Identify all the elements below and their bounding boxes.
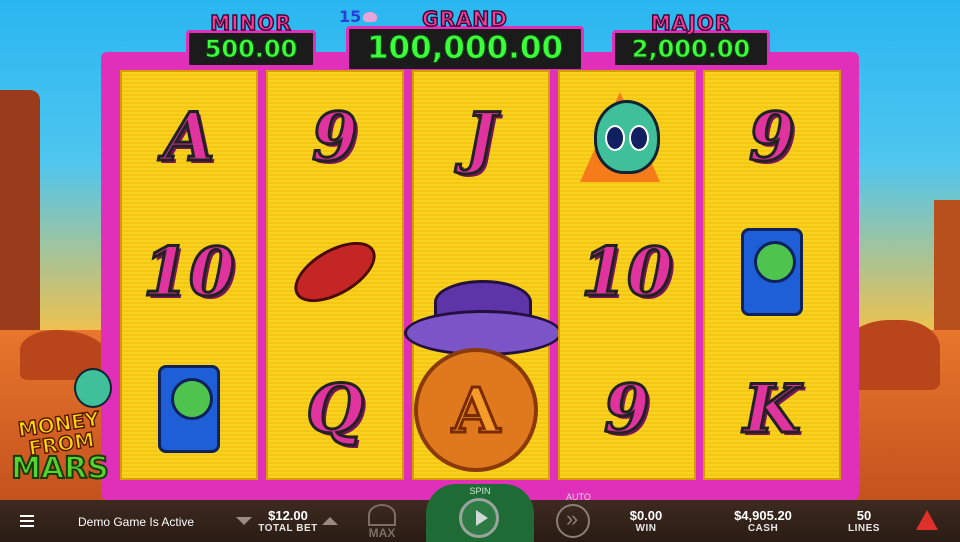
win-label: WIN [635, 523, 657, 534]
alien-icon [560, 72, 694, 202]
brand-logo-icon [916, 510, 938, 530]
lines-display: 50 LINES [844, 508, 884, 534]
demo-status: Demo Game Is Active [78, 515, 195, 529]
win-value: $0.00 [629, 508, 663, 523]
radio-icon [122, 344, 256, 474]
reel-2: 9 Q [266, 70, 404, 480]
symbol-cell: K [742, 369, 802, 450]
jackpot-minor-value: 500.00 [204, 35, 298, 63]
symbol-cell: J [464, 97, 498, 178]
bet-decrease-button[interactable] [236, 517, 252, 525]
cash-display: $4,905.20 CASH [720, 508, 806, 534]
logo-alien-icon [74, 368, 112, 408]
jackpot-grand-label: GRAND [421, 6, 508, 32]
symbol-cell: 9 [603, 369, 652, 450]
total-bet-label: TOTAL BET [258, 523, 318, 534]
spin-panel: SPIN [426, 484, 534, 542]
bet-increase-button[interactable] [322, 517, 338, 525]
radio-icon [705, 207, 839, 337]
jackpot-minor-label: MINOR [210, 10, 292, 36]
spin-label: SPIN [469, 486, 491, 496]
game-logo: MONEY FROM MARS [10, 406, 110, 486]
symbol-cell: 10 [142, 232, 237, 313]
gauge-icon [368, 504, 396, 526]
ray-gun-icon [268, 207, 402, 337]
jackpot-major: MAJOR 2,000.00 [612, 10, 770, 68]
total-bet-value: $12.00 [268, 508, 308, 523]
jackpot-minor: MINOR 500.00 [186, 10, 316, 68]
bottom-bar: Demo Game Is Active $12.00 TOTAL BET MAX… [0, 484, 960, 542]
symbol-cell: Q [305, 369, 365, 450]
reel-4: 10 9 [558, 70, 696, 480]
lines-label: LINES [848, 523, 880, 534]
win-display: $0.00 WIN [618, 508, 674, 534]
coin-a-icon: A [414, 348, 538, 472]
reel-1: A 10 [120, 70, 258, 480]
max-bet-button[interactable]: MAX [362, 504, 402, 540]
jackpot-grand: 15 GRAND 100,000.00 [339, 6, 584, 72]
total-bet-display: $12.00 TOTAL BET [252, 508, 324, 534]
cash-label: CASH [747, 523, 779, 534]
spin-button[interactable] [459, 498, 499, 538]
lines-value: 50 [856, 508, 872, 523]
symbol-cell: 10 [580, 232, 675, 313]
reel-5: 9 K [703, 70, 841, 480]
autoplay-button[interactable] [556, 504, 590, 538]
ufo-icon [404, 270, 562, 356]
jackpot-grand-value: 100,000.00 [366, 30, 564, 66]
jackpot-major-value: 2,000.00 [631, 35, 751, 63]
jackpot-major-label: MAJOR [650, 10, 732, 36]
cash-value: $4,905.20 [734, 508, 792, 523]
auto-label: AUTO [566, 492, 591, 502]
symbol-cell: A [162, 97, 216, 178]
symbol-cell: 9 [748, 97, 797, 178]
symbol-cell: 9 [311, 97, 360, 178]
menu-icon[interactable] [20, 515, 34, 530]
